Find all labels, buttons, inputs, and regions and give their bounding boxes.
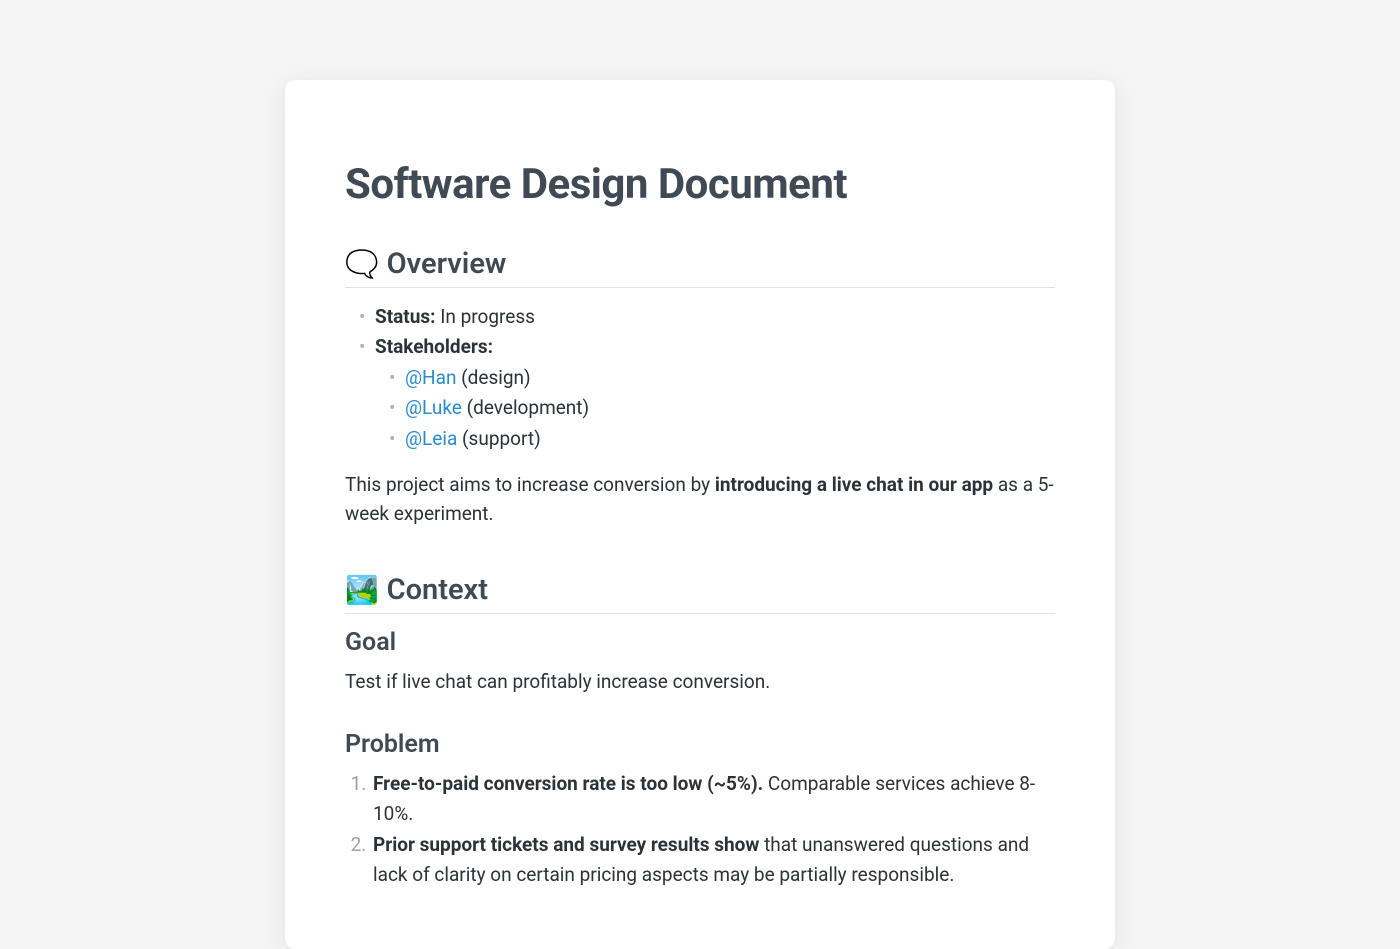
mention-link[interactable]: @Han xyxy=(405,366,456,389)
context-heading-text: Context xyxy=(387,573,488,607)
section-heading-overview: 🗨️ Overview xyxy=(345,247,1055,288)
stakeholder-item: @Luke (development) xyxy=(389,393,1055,423)
stakeholders-list: @Han (design) @Luke (development) @Leia … xyxy=(375,363,1055,454)
overview-heading-text: Overview xyxy=(387,247,507,281)
mention-link[interactable]: @Luke xyxy=(405,396,462,419)
problem-bold: Free-to-paid conversion rate is too low … xyxy=(373,772,763,795)
stakeholder-item: @Leia (support) xyxy=(389,424,1055,454)
summary-bold: introducing a live chat in our app xyxy=(715,473,993,496)
stakeholders-label: Stakeholders: xyxy=(375,335,493,358)
document-title: Software Design Document xyxy=(345,160,1055,209)
problem-bold: Prior support tickets and survey results… xyxy=(373,833,759,856)
summary-pre: This project aims to increase conversion… xyxy=(345,473,715,496)
mention-link[interactable]: @Leia xyxy=(405,427,457,450)
overview-list: Status: In progress Stakeholders: @Han (… xyxy=(345,302,1055,454)
goal-heading: Goal xyxy=(345,628,1055,657)
status-item: Status: In progress xyxy=(359,302,1055,332)
document-card: Software Design Document 🗨️ Overview Sta… xyxy=(285,80,1115,949)
stakeholder-role: (design) xyxy=(461,366,531,389)
stakeholder-role: (support) xyxy=(462,427,541,450)
status-label: Status: xyxy=(375,305,435,328)
status-value: In progress xyxy=(440,305,535,328)
goal-text: Test if live chat can profitably increas… xyxy=(345,667,1055,696)
stakeholder-item: @Han (design) xyxy=(389,363,1055,393)
problem-list: Free-to-paid conversion rate is too low … xyxy=(345,769,1055,889)
stakeholders-item: Stakeholders: @Han (design) @Luke (devel… xyxy=(359,332,1055,454)
speech-balloon-icon: 🗨️ xyxy=(345,248,379,280)
problem-item: Prior support tickets and survey results… xyxy=(371,830,1055,889)
problem-heading: Problem xyxy=(345,730,1055,759)
overview-summary: This project aims to increase conversion… xyxy=(345,470,1055,529)
section-heading-context: 🏞️ Context xyxy=(345,573,1055,614)
problem-item: Free-to-paid conversion rate is too low … xyxy=(371,769,1055,828)
stakeholder-role: (development) xyxy=(467,396,590,419)
mountain-scene-icon: 🏞️ xyxy=(345,574,379,606)
